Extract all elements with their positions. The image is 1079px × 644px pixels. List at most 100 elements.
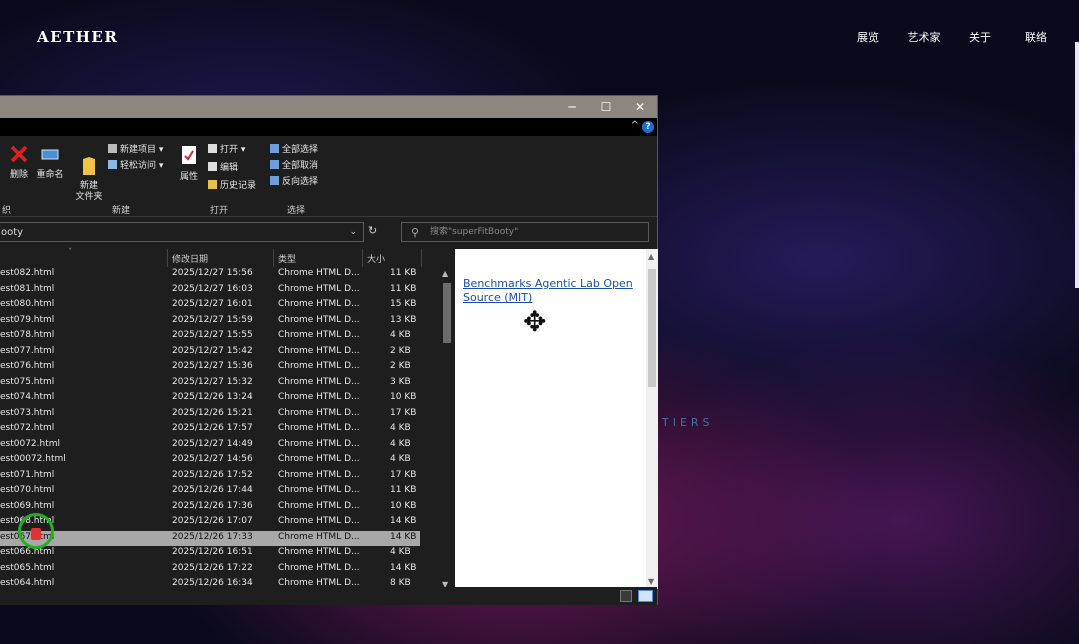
file-type: Chrome HTML D... [278, 299, 360, 309]
column-header: ˇ 修改日期 类型 大小 [0, 248, 440, 267]
title-bar[interactable]: ─ ☐ ✕ [0, 96, 657, 118]
file-row[interactable]: est071.html 2025/12/26 17:52 Chrome HTML D… [0, 469, 420, 485]
file-size: 10 KB [390, 500, 417, 511]
nav-exhibitions[interactable]: 展览 [840, 29, 896, 45]
help-icon[interactable]: ? [642, 121, 654, 133]
file-size: 11 KB [390, 485, 417, 495]
file-row[interactable]: est075.html 2025/12/27 15:32 Chrome HTML D… [0, 376, 420, 392]
file-row[interactable]: est076.html 2025/12/27 15:36 Chrome HTML D… [0, 360, 420, 376]
page-scrollbar[interactable] [1075, 42, 1079, 288]
file-row[interactable]: est080.html 2025/12/27 16:01 Chrome HTML D… [0, 298, 420, 314]
scroll-thumb[interactable] [648, 269, 656, 387]
column-date-modified[interactable]: 修改日期 [172, 252, 208, 265]
chevron-down-icon[interactable]: ⌄ [349, 223, 357, 242]
properties-button[interactable]: 属性 [178, 144, 200, 182]
address-bar-row: ooty ⌄ ↻ ⚲ 搜索"superFitBooty" [0, 221, 657, 245]
file-row[interactable]: est077.html 2025/12/27 15:42 Chrome HTML D… [0, 345, 420, 361]
file-type: Chrome HTML D... [278, 376, 360, 387]
site-logo[interactable]: AETHER [37, 28, 118, 46]
file-name: est080.html [0, 299, 55, 309]
file-row[interactable]: est072.html 2025/12/26 17:57 Chrome HTML D… [0, 422, 420, 438]
scroll-down-icon[interactable]: ▼ [648, 577, 654, 586]
column-size[interactable]: 大小 [367, 252, 385, 265]
preview-scrollbar[interactable]: ▲ ▼ [646, 249, 658, 589]
minimize-button[interactable]: ─ [555, 96, 589, 118]
file-row[interactable]: est073.html 2025/12/26 15:21 Chrome HTML D… [0, 407, 420, 423]
delete-x-icon [10, 145, 28, 163]
file-row[interactable]: est074.html 2025/12/26 13:24 Chrome HTML D… [0, 391, 420, 407]
large-icons-view-icon[interactable] [638, 590, 653, 602]
move-cursor-icon: ✥ [523, 305, 547, 338]
file-name: est079.html [0, 314, 55, 325]
file-type: Chrome HTML D... [278, 314, 360, 325]
new-item-button[interactable]: 新建项目 ▾ [108, 142, 163, 155]
file-type: Chrome HTML D... [278, 268, 360, 278]
open-button[interactable]: 打开 ▾ [208, 142, 245, 155]
history-button[interactable]: 历史记录 [208, 178, 256, 191]
address-bar[interactable]: ooty ⌄ [0, 222, 364, 242]
file-row[interactable]: est067.html 2025/12/26 17:33 Chrome HTML D… [0, 530, 420, 546]
history-icon [208, 180, 217, 189]
file-type: Chrome HTML D... [278, 283, 360, 294]
file-size: 10 KB [390, 392, 417, 402]
file-type: Chrome HTML D... [278, 500, 360, 511]
open-label: 打开 ▾ [220, 145, 246, 155]
file-size: 4 KB [390, 438, 411, 449]
history-label: 历史记录 [220, 181, 257, 191]
column-divider[interactable] [273, 249, 274, 267]
search-placeholder: 搜索"superFitBooty" [430, 227, 519, 237]
file-type: Chrome HTML D... [278, 516, 360, 526]
file-row[interactable]: est00072.html 2025/12/27 14:56 Chrome HTML… [0, 453, 420, 469]
file-row[interactable]: est065.html 2025/12/26 17:22 Chrome HTML D… [0, 562, 420, 578]
file-row[interactable]: est066.html 2025/12/26 16:51 Chrome HTML D… [0, 546, 420, 562]
file-list-scrollbar[interactable]: ▲ ▼ [441, 267, 453, 591]
properties-label: 属性 [179, 172, 198, 182]
details-view-icon[interactable] [620, 590, 632, 602]
search-input[interactable]: ⚲ 搜索"superFitBooty" [401, 222, 649, 242]
scroll-thumb[interactable] [443, 283, 451, 343]
scroll-up-icon[interactable]: ▲ [442, 269, 448, 278]
new-item-icon [108, 144, 117, 153]
maximize-button[interactable]: ☐ [589, 96, 623, 118]
file-row[interactable]: est068.html 2025/12/26 17:07 Chrome HTML D… [0, 515, 420, 531]
nav-artists[interactable]: 艺术家 [896, 29, 952, 45]
easy-access-button[interactable]: 轻松访问 ▾ [108, 158, 163, 171]
nav-contact[interactable]: 联络 [1008, 29, 1064, 45]
nav-about[interactable]: 关于 [952, 29, 1008, 45]
rename-button[interactable]: 重命名 [36, 144, 64, 180]
file-row[interactable]: est079.html 2025/12/27 15:59 Chrome HTML D… [0, 314, 420, 330]
scroll-up-icon[interactable]: ▲ [648, 252, 654, 261]
file-row[interactable]: est081.html 2025/12/27 16:03 Chrome HTML D… [0, 283, 420, 299]
new-folder-button[interactable]: 新建 文件夹 [74, 144, 104, 214]
column-divider[interactable] [362, 249, 363, 267]
file-row[interactable]: est078.html 2025/12/27 15:55 Chrome HTML D… [0, 329, 420, 345]
file-explorer-window: ─ ☐ ✕ ^ ? 删除 重命名 新建 文件夹 新建项目 ▾ 轻松访问 ▾ 属性… [0, 95, 658, 605]
file-row[interactable]: est082.html 2025/12/27 15:56 Chrome HTML D… [0, 267, 420, 283]
column-type[interactable]: 类型 [278, 252, 296, 265]
file-row[interactable]: est070.html 2025/12/26 17:44 Chrome HTML D… [0, 484, 420, 500]
new-folder-label: 新建 文件夹 [75, 181, 103, 202]
file-size: 4 KB [390, 423, 411, 433]
file-size: 2 KB [390, 345, 411, 356]
column-divider[interactable] [421, 249, 422, 267]
invert-selection-button[interactable]: 反向选择 [270, 174, 318, 187]
select-none-button[interactable]: 全部取消 [270, 158, 318, 171]
file-row[interactable]: est0072.html 2025/12/27 14:49 Chrome HTML … [0, 438, 420, 454]
preview-link-text[interactable]: Benchmarks Agentic Lab Open Source (MIT) [463, 277, 643, 305]
close-button[interactable]: ✕ [623, 96, 657, 118]
file-date: 2025/12/27 14:49 [172, 438, 253, 449]
edit-button[interactable]: 编辑 [208, 160, 238, 173]
file-date: 2025/12/27 15:55 [172, 330, 253, 340]
edit-label: 编辑 [220, 163, 239, 173]
file-name: est071.html [0, 469, 55, 480]
delete-button[interactable]: 删除 [8, 144, 30, 180]
file-row[interactable]: est069.html 2025/12/26 17:36 Chrome HTML D… [0, 500, 420, 516]
file-size: 14 KB [390, 516, 417, 526]
select-all-button[interactable]: 全部选择 [270, 142, 318, 155]
refresh-icon[interactable]: ↻ [368, 224, 377, 237]
chevron-up-icon[interactable]: ^ [631, 120, 639, 131]
column-divider[interactable] [167, 249, 168, 267]
file-name: est077.html [0, 345, 55, 356]
file-type: Chrome HTML D... [278, 547, 360, 557]
easy-access-icon [108, 160, 117, 169]
